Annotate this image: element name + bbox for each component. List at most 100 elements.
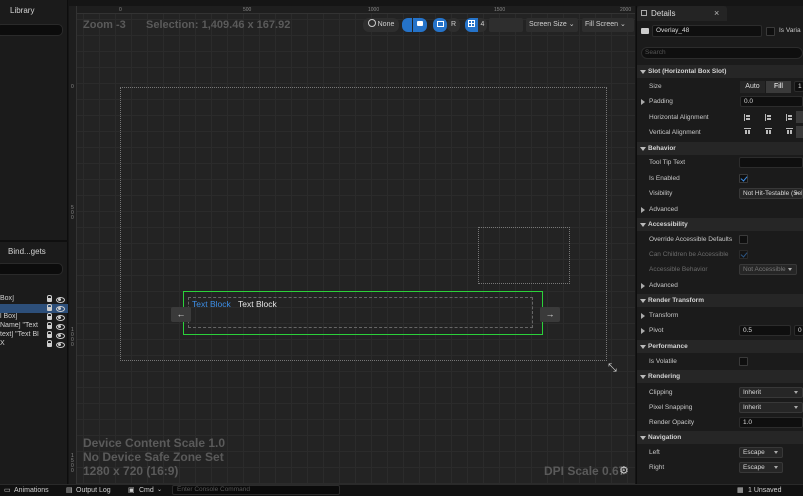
tree-row[interactable]: Box] xyxy=(0,295,68,304)
grid-snap-button[interactable] xyxy=(465,18,478,32)
nav-left-dropdown[interactable]: Escape xyxy=(739,447,783,458)
tooltip-input[interactable] xyxy=(739,157,803,168)
advanced-expander[interactable]: Advanced xyxy=(649,206,678,213)
library-search-input[interactable] xyxy=(0,24,63,36)
unsaved-button[interactable]: 1 Unsaved xyxy=(748,485,781,496)
widget-outline[interactable] xyxy=(478,227,570,284)
clipping-dropdown[interactable]: Inherit xyxy=(739,387,803,398)
pixel-snapping-dropdown[interactable]: Inherit xyxy=(739,402,803,413)
eye-icon[interactable] xyxy=(56,296,65,303)
align-bottom-icon[interactable] xyxy=(786,128,793,135)
tree-row[interactable]: l Box] xyxy=(0,313,68,322)
text-block[interactable]: Text Block xyxy=(238,299,277,309)
eye-icon[interactable] xyxy=(56,341,65,348)
details-search-input[interactable]: Search xyxy=(641,47,803,59)
vertical-alignment-label: Vertical Alignment xyxy=(649,129,701,136)
nav-right-dropdown[interactable]: Escape xyxy=(739,462,783,473)
device-content-scale: Device Content Scale 1.0 xyxy=(83,436,226,450)
globe-icon xyxy=(367,19,376,27)
lock-icon[interactable] xyxy=(46,322,52,329)
align-top-icon[interactable] xyxy=(744,128,751,135)
eye-icon[interactable] xyxy=(56,314,65,321)
advanced-expander[interactable]: Advanced xyxy=(649,282,678,289)
right-arrow-button[interactable]: → xyxy=(540,307,560,322)
snap-toggle-button[interactable] xyxy=(433,18,447,32)
lock-icon[interactable] xyxy=(46,295,52,302)
screen-size-dropdown[interactable]: Screen Size ⌄ xyxy=(526,18,578,32)
left-arrow-button[interactable]: ← xyxy=(171,307,191,322)
section-behavior[interactable]: Behavior xyxy=(637,142,803,155)
size-fill-value[interactable]: 1 xyxy=(794,81,803,92)
pivot-x-input[interactable]: 0.5 xyxy=(739,325,791,336)
tree-row[interactable]: X xyxy=(0,340,68,349)
fill-screen-dropdown[interactable]: Fill Screen ⌄ xyxy=(582,18,634,32)
lock-icon[interactable] xyxy=(46,304,52,311)
visibility-dropdown[interactable]: Not Hit-Testable (Self O xyxy=(739,188,803,199)
preview-toggle[interactable] xyxy=(489,18,523,32)
details-tab[interactable]: Details × xyxy=(637,6,727,21)
lock-icon[interactable] xyxy=(46,331,52,338)
eye-icon[interactable] xyxy=(56,323,65,330)
hierarchy-search-input[interactable] xyxy=(0,263,63,275)
output-log-tab[interactable]: Output Log xyxy=(76,485,111,496)
chevron-down-icon[interactable]: ⌄ xyxy=(157,485,162,496)
expand-arrow-icon[interactable] xyxy=(641,207,645,213)
align-center-icon[interactable] xyxy=(765,114,772,121)
pivot-y-input[interactable]: 0 xyxy=(794,325,803,336)
panel-divider[interactable] xyxy=(0,240,68,242)
expand-arrow-icon[interactable] xyxy=(641,328,645,334)
tree-row-label: Name] "Text xyxy=(0,322,38,329)
align-middle-icon[interactable] xyxy=(765,128,772,135)
expand-arrow-icon[interactable] xyxy=(641,313,645,319)
toggle-button[interactable] xyxy=(402,18,412,32)
is-enabled-checkbox[interactable] xyxy=(739,174,748,183)
snap-value-button[interactable]: R xyxy=(447,18,460,32)
align-left-icon[interactable] xyxy=(744,114,751,121)
override-accessible-checkbox[interactable] xyxy=(739,235,748,244)
eye-icon[interactable] xyxy=(56,332,65,339)
is-volatile-label: Is Volatile xyxy=(649,358,677,365)
valign-fill-button[interactable] xyxy=(796,126,803,138)
left-panel: Library Bind...gets Box] l Box] Name] "T… xyxy=(0,0,68,484)
section-navigation[interactable]: Navigation xyxy=(637,431,803,444)
ruler-tick: 2000 xyxy=(620,7,632,13)
details-icon xyxy=(641,10,647,16)
section-rendering[interactable]: Rendering xyxy=(637,370,803,383)
transform-expander[interactable]: Transform xyxy=(649,312,678,319)
close-icon[interactable]: × xyxy=(714,8,719,18)
cmd-dropdown[interactable]: Cmd xyxy=(139,485,154,496)
section-slot[interactable]: Slot (Horizontal Box Slot) xyxy=(637,65,803,78)
size-fill-button[interactable]: Fill xyxy=(766,81,791,93)
expand-arrow-icon[interactable] xyxy=(641,283,645,289)
selection-size: Selection: 1,409.46 x 167.92 xyxy=(146,19,291,31)
section-render-transform[interactable]: Render Transform xyxy=(637,294,803,307)
tree-row[interactable]: Name] "Text xyxy=(0,322,68,331)
section-performance[interactable]: Performance xyxy=(637,340,803,353)
widget-name-input[interactable]: Overlay_48 xyxy=(652,25,762,37)
text-block-highlighted[interactable]: Text Block xyxy=(192,299,231,309)
lock-icon[interactable] xyxy=(46,340,52,347)
resize-handle-icon[interactable]: ⤡ xyxy=(608,362,620,374)
ruler-horizontal: 0 500 1000 1500 2000 xyxy=(69,6,635,14)
align-right-icon[interactable] xyxy=(786,114,793,121)
tree-row[interactable]: text] "Text Bl xyxy=(0,331,68,340)
localization-preview-button[interactable]: None xyxy=(363,18,399,32)
is-enabled-label: Is Enabled xyxy=(649,175,680,182)
animations-tab[interactable]: Animations xyxy=(14,485,49,496)
expand-arrow-icon[interactable] xyxy=(641,99,645,105)
align-fill-button[interactable] xyxy=(796,111,803,123)
is-variable-checkbox[interactable] xyxy=(766,27,775,36)
lock-icon[interactable] xyxy=(46,313,52,320)
widget-icon xyxy=(641,28,649,34)
is-volatile-checkbox[interactable] xyxy=(739,357,748,366)
culture-label: None xyxy=(377,21,395,28)
render-opacity-input[interactable]: 1.0 xyxy=(739,417,803,428)
eye-icon[interactable] xyxy=(56,305,65,312)
tree-row-selected[interactable] xyxy=(0,304,68,313)
gear-icon[interactable]: ⚙ xyxy=(619,465,629,477)
console-input[interactable]: Enter Console Command xyxy=(172,485,340,495)
section-accessibility[interactable]: Accessibility xyxy=(637,218,803,231)
respect-locks-button[interactable] xyxy=(413,18,427,32)
size-auto-button[interactable]: Auto xyxy=(740,81,765,93)
padding-input[interactable]: 0.0 xyxy=(740,96,803,107)
